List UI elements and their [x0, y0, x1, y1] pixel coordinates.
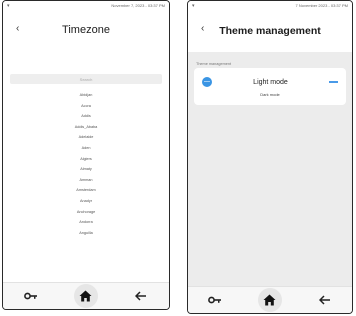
status-bar: ▾ November 7, 2023 - 03:37 PM	[3, 1, 169, 10]
home-button[interactable]	[257, 288, 282, 312]
timezone-item[interactable]: Anchorage	[3, 207, 169, 218]
timezone-item[interactable]: Amsterdam	[3, 185, 169, 196]
status-time: 7 November 2023 - 03:37 PM	[295, 3, 348, 8]
timezone-item[interactable]: Amman	[3, 175, 169, 186]
timezone-item[interactable]: Anguilla	[3, 228, 169, 239]
page-title: Timezone	[62, 24, 110, 36]
selected-indicator	[329, 81, 338, 83]
timezone-item[interactable]: Anadyr	[3, 196, 169, 207]
key-button[interactable]	[203, 288, 227, 312]
globe-icon	[202, 77, 212, 87]
timezone-list: Abidjan Accra Addis Addis_Ababa Adelaide…	[3, 90, 169, 238]
header: ‹ Theme management	[188, 10, 352, 52]
signal-icon: ▾	[7, 2, 10, 9]
key-icon	[23, 292, 37, 300]
search-bar[interactable]	[10, 74, 162, 84]
home-button[interactable]	[73, 284, 98, 308]
section-label: Theme management	[196, 62, 232, 66]
status-bar: ▾ 7 November 2023 - 03:37 PM	[188, 1, 352, 10]
timezone-item[interactable]: Addis_Ababa	[3, 122, 169, 133]
bottom-nav-bar	[188, 286, 352, 313]
theme-options-card: Light mode Dark mode	[194, 68, 346, 105]
home-icon	[263, 294, 276, 306]
home-icon	[79, 290, 92, 302]
timezone-item[interactable]: Almaty	[3, 164, 169, 175]
timezone-item[interactable]: Accra	[3, 101, 169, 112]
key-icon	[208, 296, 222, 304]
timezone-item[interactable]: Adelaide	[3, 132, 169, 143]
light-mode-option[interactable]: Light mode	[202, 74, 338, 90]
bottom-nav-bar	[3, 282, 169, 309]
back-chevron-icon[interactable]: ‹	[16, 23, 19, 34]
timezone-item[interactable]: Addis	[3, 111, 169, 122]
key-button[interactable]	[19, 284, 43, 308]
light-mode-label: Light mode	[253, 78, 288, 86]
back-arrow-icon	[135, 291, 147, 301]
timezone-item[interactable]: Abidjan	[3, 90, 169, 101]
back-arrow-icon	[318, 295, 330, 305]
signal-icon: ▾	[192, 2, 195, 9]
status-time: November 7, 2023 - 03:37 PM	[111, 3, 165, 8]
back-button[interactable]	[129, 284, 153, 308]
timezone-phone-screen: ▾ November 7, 2023 - 03:37 PM ‹ Timezone…	[2, 0, 170, 310]
search-input[interactable]	[10, 76, 162, 82]
header: ‹ Timezone	[3, 10, 169, 50]
timezone-item[interactable]: Aden	[3, 143, 169, 154]
timezone-item[interactable]: Andorra	[3, 217, 169, 228]
back-chevron-icon[interactable]: ‹	[201, 23, 204, 34]
theme-phone-screen: ▾ 7 November 2023 - 03:37 PM ‹ Theme man…	[187, 0, 353, 314]
back-button[interactable]	[313, 288, 337, 312]
timezone-item[interactable]: Algiers	[3, 154, 169, 165]
dark-mode-option[interactable]: Dark mode	[202, 90, 338, 100]
page-title: Theme management	[219, 25, 321, 37]
